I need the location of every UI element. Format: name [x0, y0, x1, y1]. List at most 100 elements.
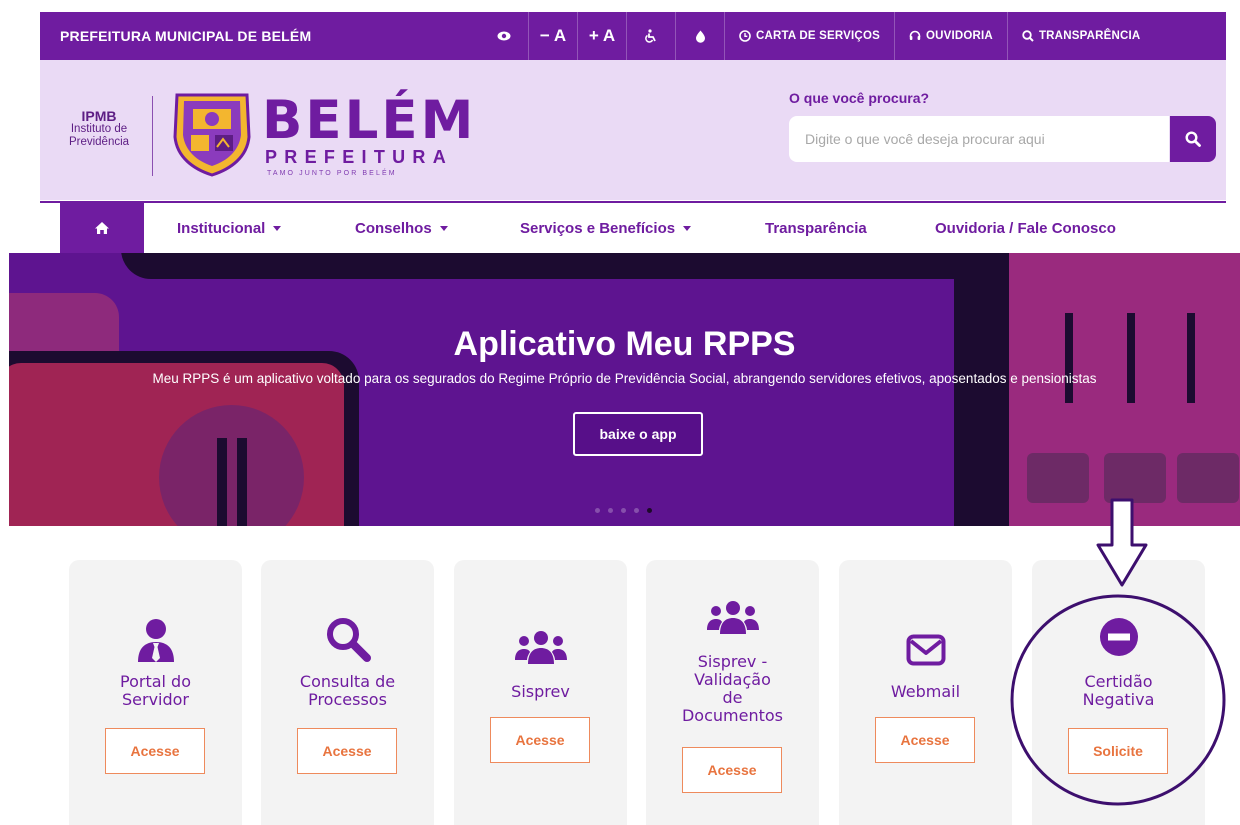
envelope-icon: [906, 634, 945, 666]
decrease-font-button[interactable]: − A: [529, 12, 578, 60]
ouvidoria-link[interactable]: OUVIDORIA: [895, 12, 1008, 60]
card-portal-servidor: Portal do Servidor Acesse: [69, 560, 242, 825]
home-icon: [95, 222, 109, 234]
hero-decoration: [954, 253, 1014, 526]
users-icon: [514, 631, 567, 664]
portal-servidor-acesse-button[interactable]: Acesse: [105, 728, 205, 774]
contrast-button[interactable]: [676, 12, 725, 60]
nav-servicos-label: Serviços e Benefícios: [520, 220, 676, 237]
nav-institucional-label: Institucional: [177, 220, 266, 237]
card-sisprev: Sisprev Acesse: [454, 560, 627, 825]
card-title-line: Sisprev -: [697, 652, 768, 671]
hero-decoration: [1027, 453, 1089, 503]
accessibility-toolbar: − A + A CARTA DE SERVIÇOS OUVIDORIA TRAN…: [480, 12, 1154, 60]
top-bar: PREFEITURA MUNICIPAL DE BELÉM − A + A CA…: [40, 12, 1226, 60]
hero-decoration: [1177, 453, 1239, 503]
headset-icon: [909, 30, 921, 40]
card-certidao-negativa: Certidão Negativa Solicite: [1032, 560, 1205, 825]
hero-subtitle: Meu RPPS é um aplicativo voltado para os…: [152, 371, 1097, 386]
caret-down-icon: [683, 226, 692, 231]
nav-conselhos-label: Conselhos: [355, 220, 432, 237]
increase-font-button[interactable]: + A: [578, 12, 627, 60]
certidao-solicite-button[interactable]: Solicite: [1068, 728, 1168, 774]
card-title-line: Servidor: [121, 690, 189, 709]
carta-servicos-link[interactable]: CARTA DE SERVIÇOS: [725, 12, 895, 60]
card-title-line: Processos: [308, 690, 387, 709]
card-title-line: de: [722, 688, 743, 707]
card-title-line: Portal do: [120, 672, 191, 691]
card-sisprev-validacao: Sisprev - Validação de Documentos Acesse: [646, 560, 819, 825]
hero-decoration: [121, 253, 1001, 279]
card-consulta-processos: Consulta de Processos Acesse: [261, 560, 434, 825]
logo-prefeitura: PREFEITURA: [265, 147, 454, 167]
nav-institucional[interactable]: Institucional: [177, 220, 282, 237]
card-title: Certidão Negativa: [1032, 673, 1205, 709]
search-icon: [326, 618, 371, 662]
card-title-line: Validação: [694, 670, 771, 689]
carousel-dot[interactable]: [608, 508, 613, 513]
transparencia-link[interactable]: TRANSPARÊNCIA: [1008, 12, 1154, 60]
caret-down-icon: [439, 226, 448, 231]
search-icon: [1022, 30, 1034, 42]
hero-decoration: [1104, 453, 1166, 503]
main-nav: Institucional Conselhos Serviços e Benef…: [40, 201, 1226, 253]
search-label: O que você procura?: [789, 90, 930, 106]
transparencia-label: TRANSPARÊNCIA: [1038, 30, 1141, 42]
ipmb-title: IPMB: [81, 108, 117, 124]
carousel-dot-active[interactable]: [647, 508, 652, 513]
carousel-indicators: [595, 508, 652, 513]
caret-down-icon: [273, 226, 282, 231]
search-input[interactable]: [789, 116, 1169, 162]
carousel-dot[interactable]: [595, 508, 600, 513]
nav-conselhos[interactable]: Conselhos: [355, 220, 448, 237]
card-title: Sisprev - Validação de Documentos: [646, 653, 819, 725]
search-field-wrapper: [789, 116, 1169, 162]
nav-ouvidoria-label: Ouvidoria / Fale Conosco: [935, 220, 1116, 237]
card-title: Portal do Servidor: [69, 673, 242, 709]
home-button[interactable]: [60, 203, 144, 253]
minus-circle-icon: [1099, 618, 1138, 656]
card-title: Sisprev: [454, 683, 627, 701]
carousel-dot[interactable]: [621, 508, 626, 513]
nav-transparencia[interactable]: Transparência: [765, 220, 867, 237]
ouvidoria-label: OUVIDORIA: [925, 30, 993, 42]
card-webmail: Webmail Acesse: [839, 560, 1012, 825]
accessibility-button[interactable]: [627, 12, 676, 60]
carousel-dot[interactable]: [634, 508, 639, 513]
clock-icon: [739, 30, 751, 42]
consulta-processos-acesse-button[interactable]: Acesse: [297, 728, 397, 774]
ipmb-line2: Previdência: [68, 136, 130, 148]
site-header: IPMB Instituto de Previdência BELÉM PREF…: [40, 60, 1226, 200]
municipality-name: PREFEITURA MUNICIPAL DE BELÉM: [60, 28, 312, 44]
card-title-line: Certidão: [1084, 672, 1153, 691]
eye-icon: [497, 31, 511, 41]
logo-belem[interactable]: BELÉM: [262, 94, 476, 148]
card-title-line: Documentos: [681, 706, 783, 725]
hero-decoration: [237, 438, 247, 526]
hero-title: Aplicativo Meu RPPS: [453, 325, 796, 363]
high-contrast-button[interactable]: [480, 12, 529, 60]
card-title: Webmail: [839, 683, 1012, 701]
sisprev-validacao-acesse-button[interactable]: Acesse: [682, 747, 782, 793]
webmail-acesse-button[interactable]: Acesse: [875, 717, 975, 763]
nav-ouvidoria[interactable]: Ouvidoria / Fale Conosco: [935, 220, 1116, 237]
users-icon: [706, 601, 759, 634]
user-tie-icon: [137, 619, 174, 662]
search-button[interactable]: [1170, 116, 1216, 162]
card-title-line: Consulta de: [299, 672, 396, 691]
nav-servicos[interactable]: Serviços e Benefícios: [520, 220, 692, 237]
download-app-button[interactable]: baixe o app: [573, 412, 703, 456]
carta-servicos-label: CARTA DE SERVIÇOS: [756, 30, 880, 42]
search-icon: [1185, 131, 1201, 147]
hero-banner[interactable]: Aplicativo Meu RPPS Meu RPPS é um aplica…: [9, 253, 1240, 526]
hero-decoration: [217, 438, 227, 526]
belem-crest-icon[interactable]: [171, 91, 253, 177]
ipmb-line1: Instituto de: [70, 123, 128, 135]
sisprev-acesse-button[interactable]: Acesse: [490, 717, 590, 763]
accessibility-icon: [645, 29, 656, 43]
ipmb-logo[interactable]: IPMB Instituto de Previdência: [54, 108, 144, 149]
logo-tagline: TAMO JUNTO POR BELÉM: [267, 170, 397, 177]
contrast-icon: [695, 30, 705, 43]
card-title-line: Negativa: [1082, 690, 1155, 709]
nav-transparencia-label: Transparência: [765, 220, 867, 237]
